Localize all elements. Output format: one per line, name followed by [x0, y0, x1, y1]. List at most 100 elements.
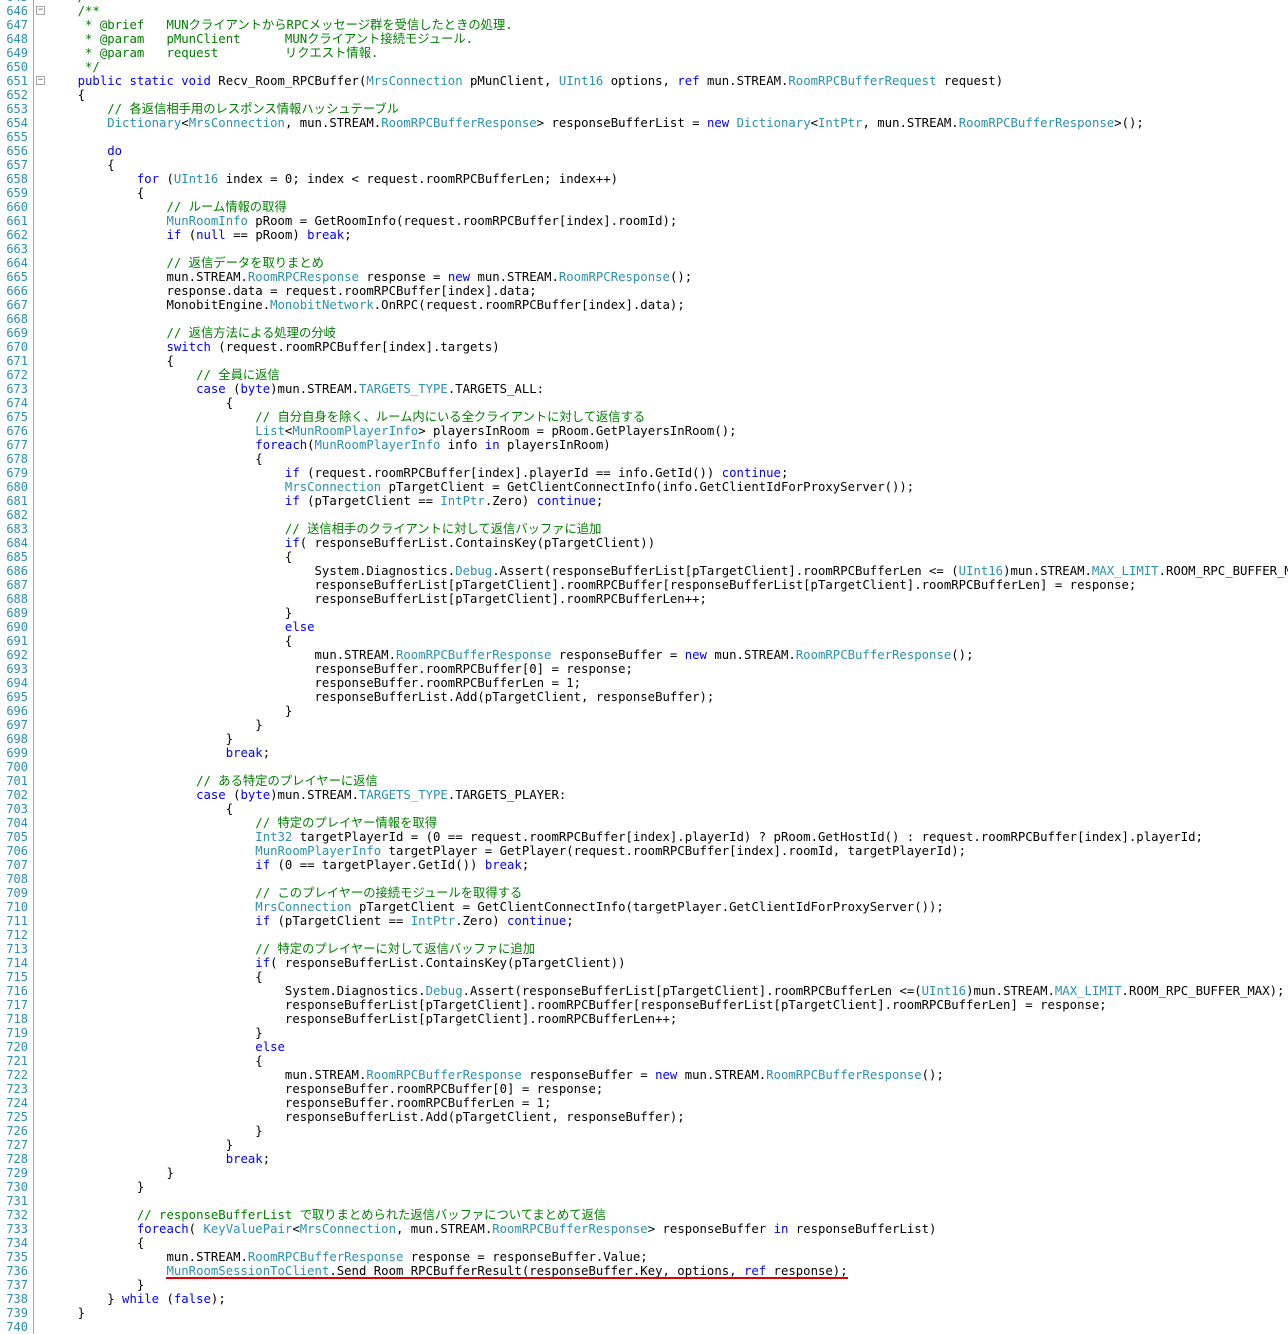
code-line[interactable]: 728 break;	[0, 1152, 1288, 1166]
code-line[interactable]: 683 // 送信相手のクライアントに対して返信バッファに追加	[0, 522, 1288, 536]
code-line[interactable]: 654 Dictionary<MrsConnection, mun.STREAM…	[0, 116, 1288, 130]
code-line[interactable]: 686 System.Diagnostics.Debug.Assert(resp…	[0, 564, 1288, 578]
code-line[interactable]: 676 List<MunRoomPlayerInfo> playersInRoo…	[0, 424, 1288, 438]
code-line[interactable]: 658 for (UInt16 index = 0; index < reque…	[0, 172, 1288, 186]
code-line[interactable]: 672 // 全員に返信	[0, 368, 1288, 382]
code-line[interactable]: 698 }	[0, 732, 1288, 746]
code-line[interactable]: 666 response.data = request.roomRPCBuffe…	[0, 284, 1288, 298]
code-line[interactable]: 690 else	[0, 620, 1288, 634]
code-line[interactable]: 659 {	[0, 186, 1288, 200]
code-line[interactable]: 700	[0, 760, 1288, 774]
code-line[interactable]: 694 responseBuffer.roomRPCBufferLen = 1;	[0, 676, 1288, 690]
code-line[interactable]: 702 case (byte)mun.STREAM.TARGETS_TYPE.T…	[0, 788, 1288, 802]
code-line[interactable]: 651− public static void Recv_Room_RPCBuf…	[0, 74, 1288, 88]
code-line[interactable]: 735 mun.STREAM.RoomRPCBufferResponse res…	[0, 1250, 1288, 1264]
code-line[interactable]: 679 if (request.roomRPCBuffer[index].pla…	[0, 466, 1288, 480]
code-line[interactable]: 664 // 返信データを取りまとめ	[0, 256, 1288, 270]
code-line[interactable]: 681 if (pTargetClient == IntPtr.Zero) co…	[0, 494, 1288, 508]
code-line[interactable]: 687 responseBufferList[pTargetClient].ro…	[0, 578, 1288, 592]
code-line[interactable]: 680 MrsConnection pTargetClient = GetCli…	[0, 480, 1288, 494]
code-line[interactable]: 669 // 返信方法による処理の分岐	[0, 326, 1288, 340]
code-line[interactable]: 675 // 自分自身を除く、ルーム内にいる全クライアントに対して返信する	[0, 410, 1288, 424]
code-line[interactable]: 718 responseBufferList[pTargetClient].ro…	[0, 1012, 1288, 1026]
code-line[interactable]: 671 {	[0, 354, 1288, 368]
code-text: MunRoomInfo pRoom = GetRoomInfo(request.…	[48, 214, 677, 228]
code-line[interactable]: 662 if (null == pRoom) break;	[0, 228, 1288, 242]
code-line[interactable]: 696 }	[0, 704, 1288, 718]
code-line[interactable]: 732 // responseBufferList で取りまとめられた返信バッフ…	[0, 1208, 1288, 1222]
code-line[interactable]: 713 // 特定のプレイヤーに対して返信バッファに追加	[0, 942, 1288, 956]
code-line[interactable]: 736 MunRoomSessionToClient.Send_Room_RPC…	[0, 1264, 1288, 1279]
code-line[interactable]: 667 MonobitEngine.MonobitNetwork.OnRPC(r…	[0, 298, 1288, 312]
code-line[interactable]: 704 // 特定のプレイヤー情報を取得	[0, 816, 1288, 830]
code-line[interactable]: 684 if( responseBufferList.ContainsKey(p…	[0, 536, 1288, 550]
code-line[interactable]: 699 break;	[0, 746, 1288, 760]
code-line[interactable]: 729 }	[0, 1166, 1288, 1180]
code-line[interactable]: 725 responseBufferList.Add(pTargetClient…	[0, 1110, 1288, 1124]
code-line[interactable]: 674 {	[0, 396, 1288, 410]
code-line[interactable]: 710 MrsConnection pTargetClient = GetCli…	[0, 900, 1288, 914]
code-text: {	[48, 452, 262, 466]
code-line[interactable]: 706 MunRoomPlayerInfo targetPlayer = Get…	[0, 844, 1288, 858]
code-line[interactable]: 655	[0, 130, 1288, 144]
code-line[interactable]: 707 if (0 == targetPlayer.GetId()) break…	[0, 858, 1288, 872]
code-line[interactable]: 685 {	[0, 550, 1288, 564]
code-line[interactable]: 733 foreach( KeyValuePair<MrsConnection,…	[0, 1222, 1288, 1236]
code-line[interactable]: 731	[0, 1194, 1288, 1208]
code-line[interactable]: 692 mun.STREAM.RoomRPCBufferResponse res…	[0, 648, 1288, 662]
code-line[interactable]: 730 }	[0, 1180, 1288, 1194]
code-line[interactable]: 647 * @brief MUNクライアントからRPCメッセージ群を受信したとき…	[0, 18, 1288, 32]
collapse-fold-icon[interactable]: −	[36, 76, 45, 85]
code-line[interactable]: 668	[0, 312, 1288, 326]
code-line[interactable]: 701 // ある特定のプレイヤーに返信	[0, 774, 1288, 788]
code-line[interactable]: 705 Int32 targetPlayerId = (0 == request…	[0, 830, 1288, 844]
code-line[interactable]: 734 {	[0, 1236, 1288, 1250]
code-line[interactable]: 695 responseBufferList.Add(pTargetClient…	[0, 690, 1288, 704]
code-line[interactable]: 653 // 各返信相手用のレスポンス情報ハッシュテーブル	[0, 102, 1288, 116]
code-line[interactable]: 740	[0, 1320, 1288, 1334]
code-line[interactable]: 711 if (pTargetClient == IntPtr.Zero) co…	[0, 914, 1288, 928]
code-line[interactable]: 727 }	[0, 1138, 1288, 1152]
code-line[interactable]: 649 * @param request リクエスト情報.	[0, 46, 1288, 60]
code-line[interactable]: 716 System.Diagnostics.Debug.Assert(resp…	[0, 984, 1288, 998]
code-line[interactable]: 717 responseBufferList[pTargetClient].ro…	[0, 998, 1288, 1012]
code-line[interactable]: 660 // ルーム情報の取得	[0, 200, 1288, 214]
code-line[interactable]: 677 foreach(MunRoomPlayerInfo info in pl…	[0, 438, 1288, 452]
code-line[interactable]: 712	[0, 928, 1288, 942]
code-line[interactable]: 670 switch (request.roomRPCBuffer[index]…	[0, 340, 1288, 354]
code-line[interactable]: 646− /**	[0, 4, 1288, 18]
code-line[interactable]: 721 {	[0, 1054, 1288, 1068]
code-line[interactable]: 720 else	[0, 1040, 1288, 1054]
code-line[interactable]: 673 case (byte)mun.STREAM.TARGETS_TYPE.T…	[0, 382, 1288, 396]
code-editor[interactable]: 645 /**646− /**647 * @brief MUNクライアントからR…	[0, 0, 1288, 1334]
code-line[interactable]: 682	[0, 508, 1288, 522]
code-line[interactable]: 693 responseBuffer.roomRPCBuffer[0] = re…	[0, 662, 1288, 676]
code-line[interactable]: 678 {	[0, 452, 1288, 466]
code-line[interactable]: 715 {	[0, 970, 1288, 984]
code-line[interactable]: 648 * @param pMunClient MUNクライアント接続モジュール…	[0, 32, 1288, 46]
code-line[interactable]: 737 }	[0, 1278, 1288, 1292]
code-line[interactable]: 656 do	[0, 144, 1288, 158]
code-line[interactable]: 703 {	[0, 802, 1288, 816]
code-line[interactable]: 708	[0, 872, 1288, 886]
code-line[interactable]: 722 mun.STREAM.RoomRPCBufferResponse res…	[0, 1068, 1288, 1082]
code-line[interactable]: 688 responseBufferList[pTargetClient].ro…	[0, 592, 1288, 606]
code-line[interactable]: 689 }	[0, 606, 1288, 620]
code-line[interactable]: 691 {	[0, 634, 1288, 648]
code-line[interactable]: 665 mun.STREAM.RoomRPCResponse response …	[0, 270, 1288, 284]
code-line[interactable]: 724 responseBuffer.roomRPCBufferLen = 1;	[0, 1096, 1288, 1110]
code-line[interactable]: 652 {	[0, 88, 1288, 102]
code-line[interactable]: 663	[0, 242, 1288, 256]
code-line[interactable]: 726 }	[0, 1124, 1288, 1138]
code-line[interactable]: 657 {	[0, 158, 1288, 172]
code-line[interactable]: 723 responseBuffer.roomRPCBuffer[0] = re…	[0, 1082, 1288, 1096]
code-line[interactable]: 661 MunRoomInfo pRoom = GetRoomInfo(requ…	[0, 214, 1288, 228]
code-line[interactable]: 738 } while (false);	[0, 1292, 1288, 1306]
code-line[interactable]: 719 }	[0, 1026, 1288, 1040]
code-line[interactable]: 650 */	[0, 60, 1288, 74]
code-line[interactable]: 739 }	[0, 1306, 1288, 1320]
collapse-fold-icon[interactable]: −	[36, 6, 45, 15]
code-line[interactable]: 709 // このプレイヤーの接続モジュールを取得する	[0, 886, 1288, 900]
code-line[interactable]: 714 if( responseBufferList.ContainsKey(p…	[0, 956, 1288, 970]
code-line[interactable]: 697 }	[0, 718, 1288, 732]
